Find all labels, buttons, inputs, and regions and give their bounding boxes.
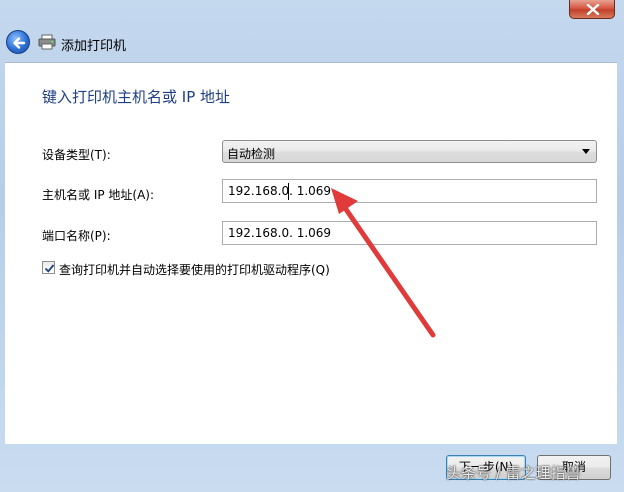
chevron-down-icon [582, 149, 590, 154]
port-name-label: 端口名称(P): [42, 229, 111, 243]
hostname-input[interactable]: 192.168.0. 1.069 [222, 179, 597, 203]
device-type-select[interactable]: 自动检测 [222, 140, 597, 163]
query-printer-checkbox[interactable] [42, 261, 55, 274]
checkmark-icon [44, 264, 55, 273]
close-icon [586, 4, 600, 15]
back-button[interactable] [6, 30, 30, 54]
port-name-value: 192.168.0. 1.069 [228, 226, 332, 240]
close-button[interactable] [569, 0, 615, 19]
text-caret [288, 183, 289, 200]
query-printer-label[interactable]: 查询打印机并自动选择要使用的打印机驱动程序(Q) [59, 261, 330, 278]
device-type-label: 设备类型(T): [42, 148, 111, 162]
back-arrow-icon [13, 37, 26, 49]
hostname-value: 192.168.0. 1.069 [228, 184, 332, 198]
title-bar [0, 0, 624, 26]
hostname-label: 主机名或 IP 地址(A): [42, 188, 155, 202]
port-name-input[interactable]: 192.168.0. 1.069 [222, 221, 597, 245]
watermark: 头条号 / 雷之理指兽 [446, 464, 581, 482]
window-title: 添加打印机 [61, 39, 127, 54]
printer-icon [38, 34, 56, 50]
page-heading: 键入打印机主机名或 IP 地址 [42, 88, 231, 106]
device-type-value: 自动检测 [227, 147, 276, 161]
wizard-content [5, 62, 617, 444]
